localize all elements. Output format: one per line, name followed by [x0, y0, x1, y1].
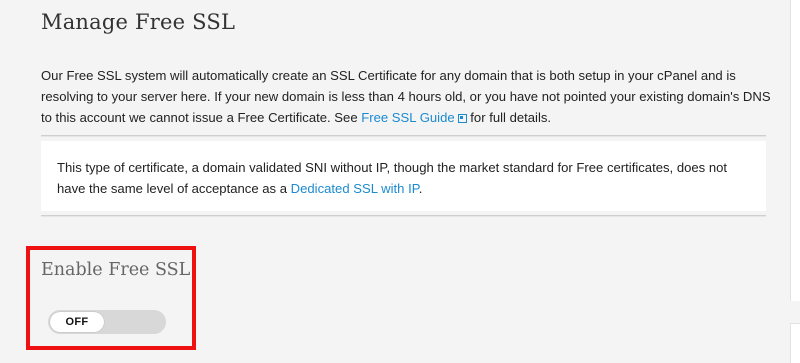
intro-text-after: for full details.	[466, 110, 552, 125]
divider-top	[41, 135, 766, 137]
external-link-icon	[457, 114, 467, 123]
enable-free-ssl-title: Enable Free SSL	[41, 260, 191, 280]
notice-text-after: .	[418, 181, 423, 196]
right-panel	[790, 0, 800, 301]
free-ssl-guide-link[interactable]: Free SSL Guide	[361, 110, 467, 125]
free-ssl-guide-link-label: Free SSL Guide	[361, 110, 455, 125]
free-ssl-toggle[interactable]: OFF	[48, 310, 166, 334]
notice-text: This type of certificate, a domain valid…	[57, 157, 757, 199]
toggle-state-label: OFF	[50, 312, 104, 332]
intro-paragraph: Our Free SSL system will automatically c…	[41, 65, 771, 128]
divider-bottom	[41, 215, 766, 217]
notice-box: This type of certificate, a domain valid…	[41, 141, 766, 211]
dedicated-ssl-link[interactable]: Dedicated SSL with IP	[291, 181, 419, 196]
page-title: Manage Free SSL	[41, 10, 236, 34]
right-panel-lower	[790, 323, 800, 363]
page: Manage Free SSL Our Free SSL system will…	[0, 0, 800, 363]
